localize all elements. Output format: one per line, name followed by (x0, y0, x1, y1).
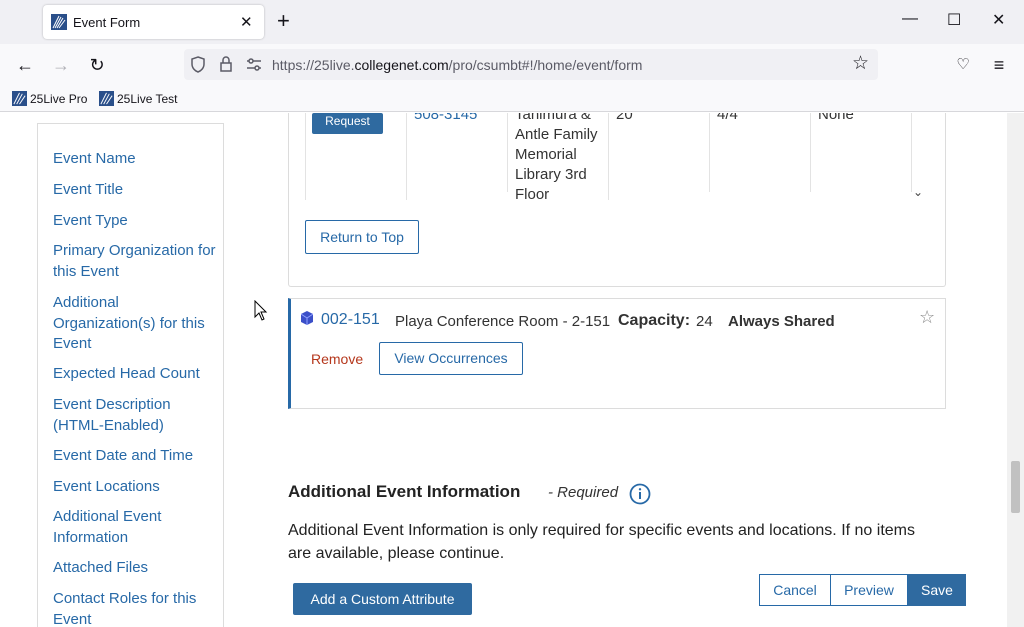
forward-icon[interactable]: → (50, 54, 72, 76)
tab-strip: Event Form ✕ + — ☐ ✕ (0, 0, 1024, 44)
tracking-shield-icon[interactable] (190, 56, 206, 73)
nav-event-title[interactable]: Event Title (53, 180, 218, 201)
selected-location-card: 002-151 Playa Conference Room - 2-151 Ca… (288, 298, 946, 409)
favorite-star-icon[interactable]: ☆ (919, 307, 935, 328)
location-shared-cell: None (811, 113, 912, 192)
bookmark-favicon-icon (99, 91, 114, 106)
required-label: - Required (548, 484, 619, 501)
table-scroll-down-icon[interactable]: ⌄ (913, 185, 923, 199)
save-button[interactable]: Save (908, 574, 966, 606)
request-button[interactable]: Request (312, 113, 383, 134)
nav-additional-event-info[interactable]: Additional Event Information (53, 507, 218, 548)
permissions-icon[interactable] (246, 58, 262, 71)
close-window-icon[interactable]: ✕ (992, 10, 1005, 30)
add-custom-attribute-button[interactable]: Add a Custom Attribute (293, 583, 472, 615)
nav-additional-organizations[interactable]: Additional Organization(s) for this Even… (53, 293, 218, 355)
nav-event-type[interactable]: Event Type (53, 211, 218, 232)
back-icon[interactable]: ← (14, 54, 36, 76)
nav-contact-roles[interactable]: Contact Roles for this Event (53, 589, 218, 627)
location-name: Playa Conference Room - 2-151 (395, 313, 611, 330)
nav-event-date-time[interactable]: Event Date and Time (53, 446, 218, 467)
bookmark-25live-test[interactable]: 25Live Test (99, 91, 178, 106)
reload-icon[interactable]: ↻ (86, 54, 108, 76)
location-code-link[interactable]: 002-151 (321, 311, 380, 329)
page-scrollbar[interactable] (1007, 113, 1024, 627)
url-text: https://25live.collegenet.com/pro/csumbt… (272, 57, 643, 73)
close-tab-icon[interactable]: ✕ (240, 13, 253, 31)
nav-event-name[interactable]: Event Name (53, 149, 218, 170)
bookmark-25live-pro[interactable]: 25Live Pro (12, 91, 87, 106)
lock-icon[interactable] (219, 56, 233, 72)
new-tab-icon[interactable]: + (277, 10, 290, 32)
maximize-icon[interactable]: ☐ (947, 10, 961, 30)
nav-primary-organization[interactable]: Primary Organization for this Event (53, 241, 218, 282)
bookmark-favicon-icon (12, 91, 27, 106)
cancel-button[interactable]: Cancel (759, 574, 831, 606)
section-description: Additional Event Information is only req… (288, 522, 915, 562)
location-capacity-cell: 20 (609, 113, 710, 192)
return-to-top-button[interactable]: Return to Top (305, 220, 419, 254)
location-cube-icon (301, 311, 313, 325)
nav-event-description[interactable]: Event Description (HTML-Enabled) (53, 395, 218, 436)
nav-event-locations[interactable]: Event Locations (53, 477, 218, 498)
location-code-link[interactable]: 508-3145 (407, 113, 508, 192)
pocket-icon[interactable]: ♡ (952, 54, 974, 76)
mouse-cursor-icon (254, 300, 268, 321)
nav-expected-head-count[interactable]: Expected Head Count (53, 364, 218, 385)
preview-button[interactable]: Preview (831, 574, 908, 606)
remove-location-link[interactable]: Remove (311, 351, 363, 367)
menu-icon[interactable]: ≡ (988, 54, 1010, 76)
nav-attached-files[interactable]: Attached Files (53, 558, 218, 579)
tab-event-form[interactable]: Event Form ✕ (43, 5, 264, 39)
shared-status: Always Shared (728, 313, 835, 330)
view-occurrences-button[interactable]: View Occurrences (379, 342, 523, 375)
form-actions: Cancel Preview Save (759, 574, 966, 606)
capacity-value: 24 (696, 313, 713, 330)
form-section-nav: Event Name Event Title Event Type Primar… (37, 123, 224, 627)
section-title: Additional Event Information (288, 482, 521, 501)
info-icon[interactable] (629, 483, 651, 505)
site-favicon-icon (51, 14, 67, 30)
scrollbar-thumb[interactable] (1011, 461, 1020, 513)
location-ratio-cell: 4/4 (710, 113, 811, 192)
minimize-icon[interactable]: — (902, 10, 918, 28)
bookmarks-bar: 25Live Pro 25Live Test (0, 86, 1024, 112)
bookmark-star-icon[interactable]: ☆ (852, 52, 869, 75)
location-search-table: 508-3145 Tanimura & Antle Family Memoria… (305, 113, 929, 203)
tab-title: Event Form (73, 15, 141, 30)
capacity-label: Capacity: (618, 312, 691, 329)
address-bar[interactable]: https://25live.collegenet.com/pro/csumbt… (184, 49, 878, 80)
page-content: Event Name Event Title Event Type Primar… (0, 113, 1024, 627)
location-name-cell: Tanimura & Antle Family Memorial Library… (508, 113, 609, 203)
